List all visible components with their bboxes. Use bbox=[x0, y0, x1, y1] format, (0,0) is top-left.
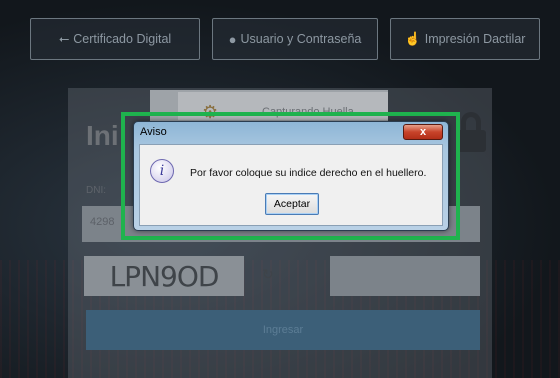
certificate-button-label: Certificado Digital bbox=[73, 32, 172, 46]
user-password-button[interactable]: ● Usuario y Contraseña bbox=[212, 18, 378, 60]
fingerprint-button-label: Impresión Dactilar bbox=[424, 32, 526, 46]
fingerprint-button[interactable]: ☝ Impresión Dactilar bbox=[390, 18, 540, 60]
dni-label: DNI: bbox=[86, 185, 106, 196]
dialog-title: Aviso bbox=[140, 126, 167, 138]
login-title: Ini bbox=[86, 120, 119, 151]
aceptar-button[interactable]: Aceptar bbox=[265, 193, 319, 215]
lock-icon bbox=[456, 112, 486, 152]
captcha-input[interactable] bbox=[330, 256, 480, 296]
close-button[interactable]: x bbox=[403, 124, 443, 140]
user-password-button-label: Usuario y Contraseña bbox=[240, 32, 362, 46]
usb-icon: ⭠ bbox=[58, 31, 70, 46]
aviso-dialog: Aviso x i Por favor coloque su indice de… bbox=[133, 121, 449, 231]
dialog-body: i Por favor coloque su indice derecho en… bbox=[139, 144, 443, 226]
user-circle-icon: ● bbox=[228, 31, 237, 47]
ingresar-button[interactable]: Ingresar bbox=[86, 310, 480, 350]
certificate-button[interactable]: ⭠ Certificado Digital bbox=[30, 18, 200, 60]
dialog-message: Por favor coloque su indice derecho en e… bbox=[190, 167, 427, 179]
refresh-captcha-icon[interactable]: ↻ bbox=[262, 266, 274, 283]
close-icon: x bbox=[419, 126, 427, 138]
info-icon: i bbox=[150, 159, 174, 183]
captcha-image: LPN9OD bbox=[84, 256, 244, 296]
hand-pointer-icon: ☝ bbox=[404, 31, 421, 46]
